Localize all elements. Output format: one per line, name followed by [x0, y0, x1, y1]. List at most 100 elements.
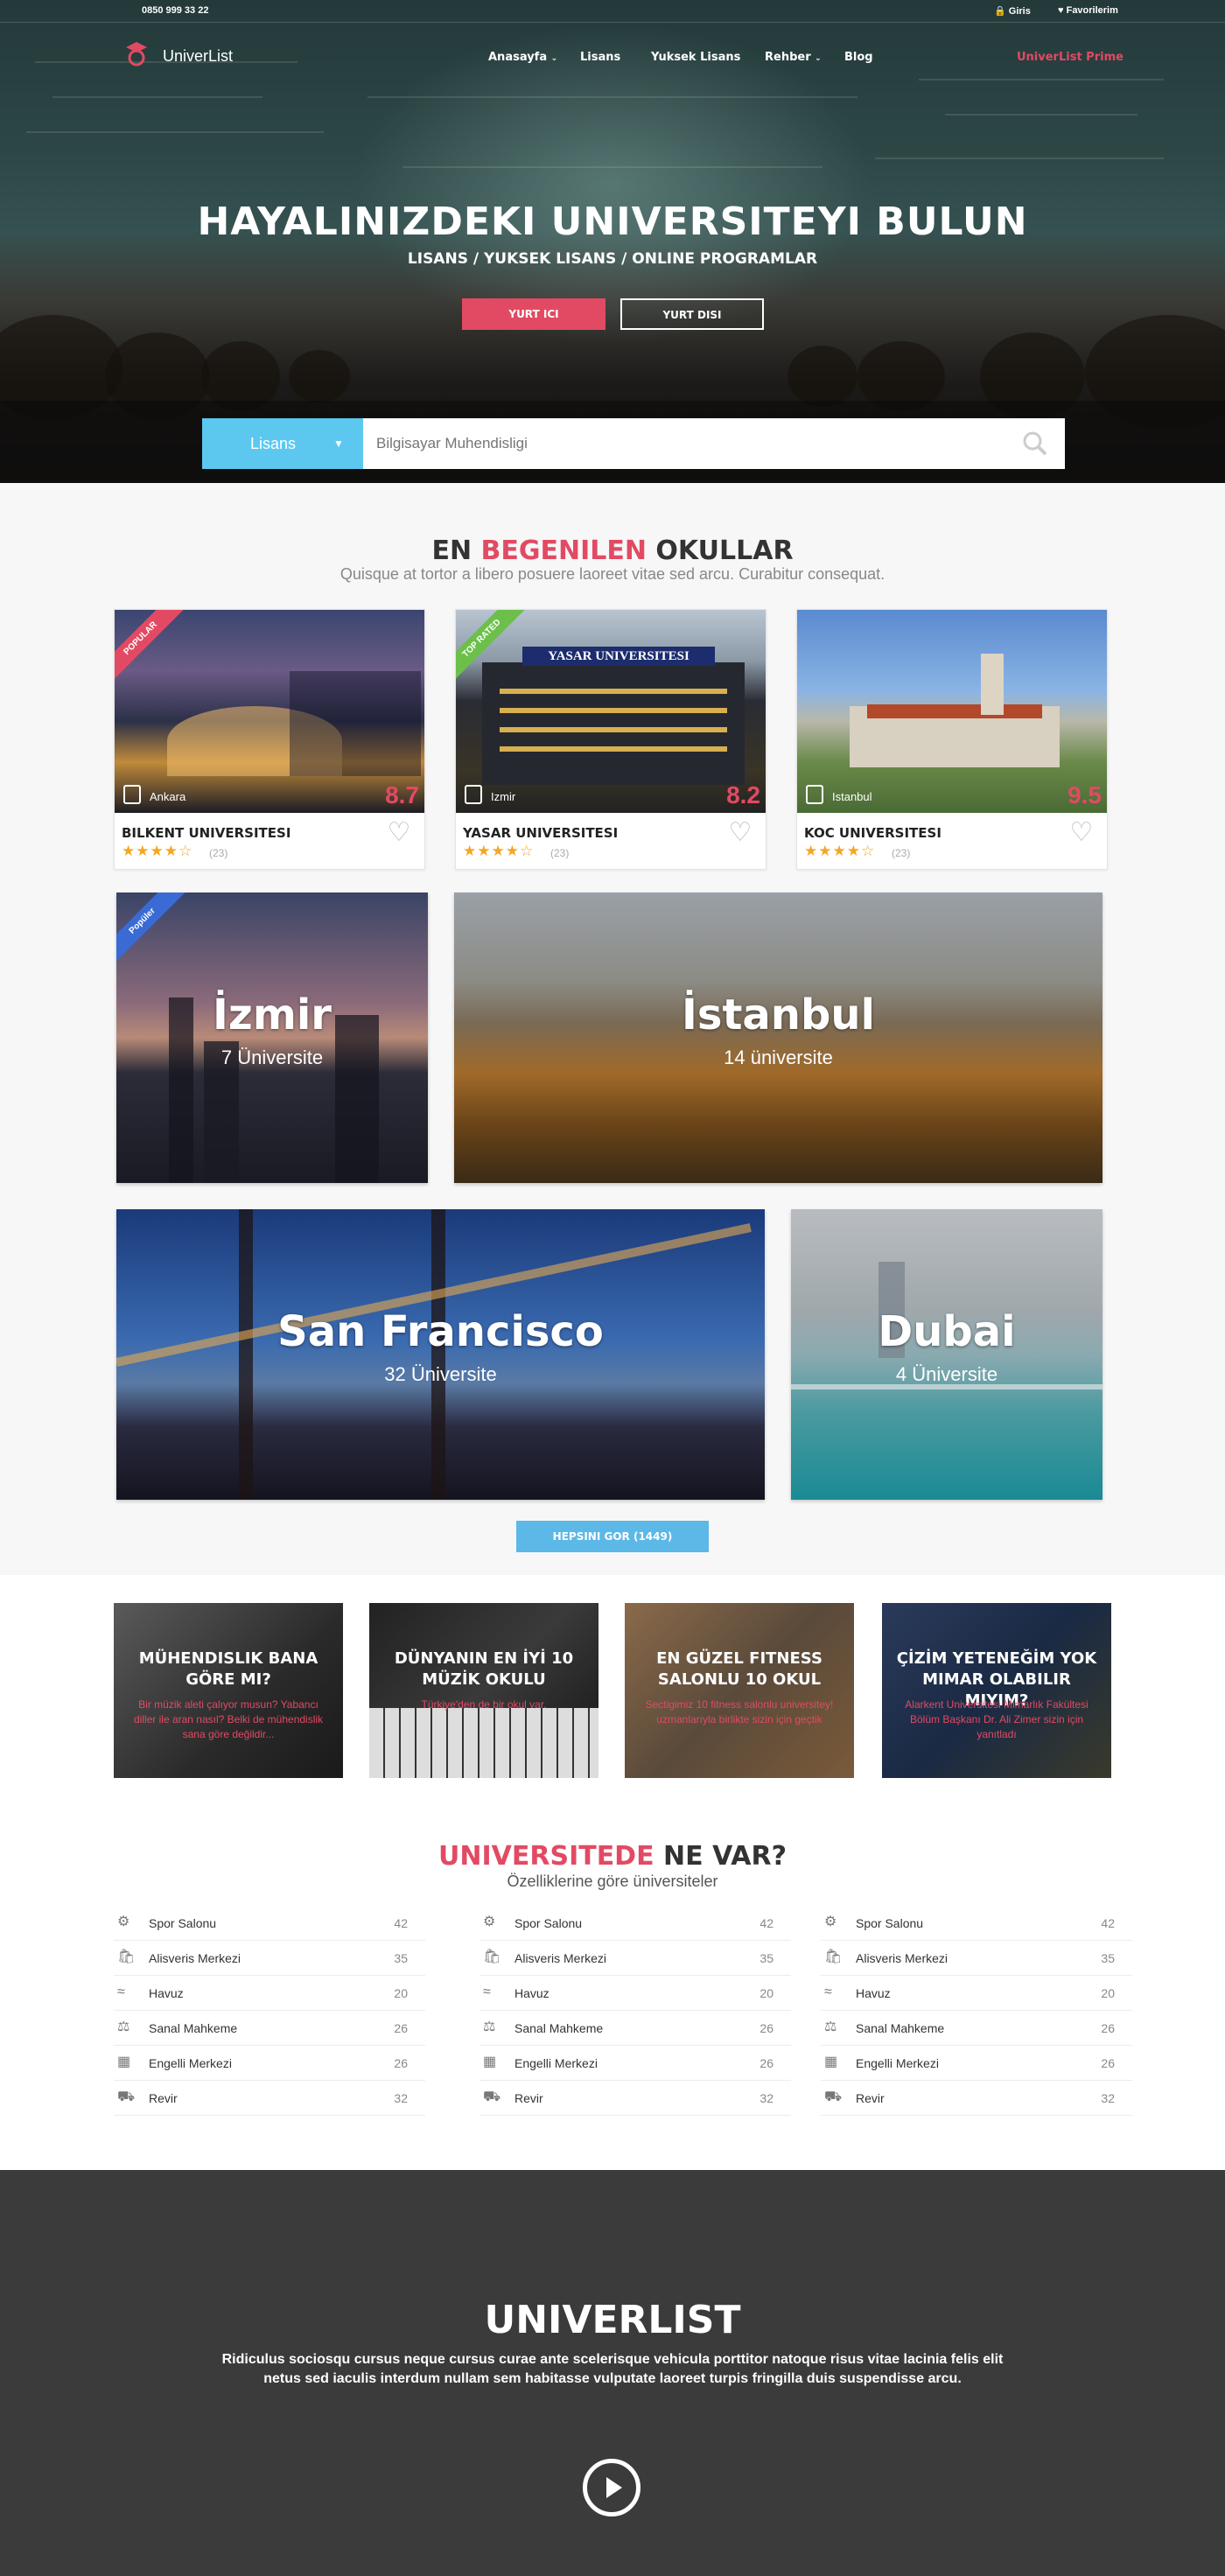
university-sign: YASAR UNIVERSITESI — [522, 647, 715, 666]
feature-row[interactable]: ▦ Engelli Merkezi 26 — [114, 2046, 425, 2081]
hero-section: 0850 999 33 22 🔒 Giris ♥ Favorilerim Uni… — [0, 0, 1225, 483]
title-highlight: BEGENILEN — [480, 536, 647, 566]
feature-row[interactable]: ⛟ Revir 32 — [114, 2081, 425, 2116]
features-subtitle: Özelliklerine göre üniversiteler — [507, 1872, 718, 1890]
university-image: YASAR UNIVERSITESI — [456, 610, 766, 813]
play-icon[interactable] — [583, 2459, 640, 2516]
article-title: EN GÜZEL FITNESS SALONLU 10 OKUL — [656, 1649, 822, 1689]
city-name: Dubai — [878, 1307, 1016, 1356]
feature-row[interactable]: ≈ Havuz 20 — [480, 1976, 791, 2011]
feature-row[interactable]: ⚙ Spor Salonu 42 — [821, 1906, 1132, 1941]
degree-select[interactable]: Lisans ▼ — [202, 418, 363, 469]
nav-rehber[interactable]: Rehber ⌄ — [765, 51, 822, 64]
ambulance-icon: ⛟ — [483, 2090, 501, 2104]
university-card[interactable]: Istanbul 9.5 KOC UNIVERSITESI ★★★★☆ (23)… — [796, 609, 1108, 870]
article-card[interactable]: EN GÜZEL FITNESS SALONLU 10 OKUL Sectigi… — [625, 1603, 854, 1778]
favorites-link[interactable]: ♥ Favorilerim — [1058, 5, 1118, 16]
building-icon — [123, 785, 141, 804]
shopping-bag-icon: 🛍 — [117, 1950, 136, 1964]
building-icon — [465, 785, 482, 804]
feature-row[interactable]: ⚙ Spor Salonu 42 — [114, 1906, 425, 1941]
shopping-bag-icon: 🛍 — [824, 1950, 843, 1964]
favorite-heart-icon[interactable]: ♡ — [725, 820, 755, 846]
logo-text[interactable]: UniverList — [163, 47, 233, 66]
favorite-heart-icon[interactable]: ♡ — [384, 820, 414, 846]
feature-label: Spor Salonu — [514, 1916, 583, 1930]
court-icon: ⚖ — [117, 2020, 130, 2034]
city-tile-istanbul[interactable]: İstanbul 14 üniversite — [454, 892, 1102, 1183]
features-title: UNIVERSITEDE NE VAR? — [0, 1841, 1225, 1872]
city-tile-dubai[interactable]: Dubai 4 Üniversite — [791, 1209, 1102, 1500]
feature-row[interactable]: 🛍 Alisveris Merkezi 35 — [821, 1941, 1132, 1976]
feature-label: Alisveris Merkezi — [514, 1951, 607, 1965]
nav-anasayfa[interactable]: Anasayfa ⌄ — [488, 51, 557, 64]
article-card[interactable]: ÇİZİM YETENEĞİM YOK MIMAR OLABILIR MIYIM… — [882, 1603, 1111, 1778]
city-tile-izmir[interactable]: Popüler İzmir 7 Üniversite — [116, 892, 428, 1183]
logo-icon[interactable] — [124, 40, 149, 68]
feature-count: 32 — [760, 2091, 774, 2105]
feature-row[interactable]: ▦ Engelli Merkezi 26 — [821, 2046, 1132, 2081]
university-card[interactable]: POPULAR Ankara 8.7 BILKENT UNIVERSITESI … — [114, 609, 425, 870]
feature-count: 35 — [394, 1951, 408, 1965]
search-input[interactable] — [363, 418, 1065, 469]
card-city: Izmir — [491, 790, 516, 803]
feature-row[interactable]: ▦ Engelli Merkezi 26 — [480, 2046, 791, 2081]
feature-label: Revir — [856, 2091, 885, 2105]
feature-row[interactable]: ⛟ Revir 32 — [480, 2081, 791, 2116]
nav-yuksek-lisans[interactable]: Yuksek Lisans — [651, 51, 740, 64]
gear-icon: ⚙ — [483, 1914, 496, 1929]
feature-row[interactable]: ⚙ Spor Salonu 42 — [480, 1906, 791, 1941]
star-rating: ★★★★☆ — [804, 843, 876, 859]
search-icon[interactable] — [1022, 430, 1048, 457]
login-link[interactable]: 🔒 Giris — [994, 5, 1031, 17]
article-desc: Alarkent Universitesi Mimarlık Fakültesi… — [905, 1698, 1088, 1740]
nav-lisans[interactable]: Lisans — [580, 51, 620, 64]
feature-label: Spor Salonu — [856, 1916, 924, 1930]
feature-label: Revir — [514, 2091, 543, 2105]
feature-label: Alisveris Merkezi — [149, 1951, 242, 1965]
city-name: İzmir — [213, 990, 332, 1040]
city-name: İstanbul — [682, 990, 875, 1040]
abroad-button[interactable]: YURT DISI — [620, 298, 764, 330]
feature-label: Havuz — [149, 1986, 184, 2000]
feature-count: 42 — [760, 1916, 774, 1930]
favorites-label: Favorilerim — [1066, 5, 1118, 16]
feature-row[interactable]: ≈ Havuz 20 — [114, 1976, 425, 2011]
login-label: Giris — [1008, 6, 1031, 17]
review-count: (23) — [209, 847, 228, 859]
feature-row[interactable]: ⚖ Sanal Mahkeme 26 — [821, 2011, 1132, 2046]
card-score: 8.2 — [726, 781, 760, 808]
feature-count: 20 — [394, 1986, 408, 2000]
review-count: (23) — [550, 847, 570, 859]
university-card[interactable]: YASAR UNIVERSITESI TOP RATED Izmir 8.2 Y… — [455, 609, 766, 870]
article-card[interactable]: DÜNYANIN EN İYİ 10 MÜZİK OKULU Türkiye'd… — [369, 1603, 598, 1778]
card-name[interactable]: KOC UNIVERSITESI — [804, 825, 942, 841]
nav-label: Anasayfa — [488, 51, 548, 64]
pool-icon: ≈ — [483, 1984, 491, 1999]
feature-count: 42 — [394, 1916, 408, 1930]
card-name[interactable]: BILKENT UNIVERSITESI — [122, 825, 290, 841]
card-name[interactable]: YASAR UNIVERSITESI — [463, 825, 618, 841]
see-all-button[interactable]: HEPSINI GOR (1449) — [516, 1521, 709, 1552]
features-column: ⚙ Spor Salonu 42 🛍 Alisveris Merkezi 35 ≈ Hav… — [114, 1906, 425, 2116]
domestic-button[interactable]: YURT ICI — [462, 298, 606, 330]
pool-icon: ≈ — [824, 1984, 832, 1999]
hero-title: HAYALINIZDEKI UNIVERSITEYI BULUN — [197, 200, 1028, 244]
article-card[interactable]: MÜHENDISLIK BANA GÖRE MI? Bir müzik alet… — [114, 1603, 343, 1778]
nav-prime[interactable]: UniverList Prime — [1017, 51, 1124, 64]
feature-row[interactable]: ⛟ Revir 32 — [821, 2081, 1132, 2116]
feature-label: Sanal Mahkeme — [856, 2021, 945, 2035]
feature-row[interactable]: 🛍 Alisveris Merkezi 35 — [114, 1941, 425, 1976]
nav-blog[interactable]: Blog — [844, 51, 873, 64]
feature-row[interactable]: ⚖ Sanal Mahkeme 26 — [480, 2011, 791, 2046]
feature-count: 35 — [760, 1951, 774, 1965]
article-title: DÜNYANIN EN İYİ 10 MÜZİK OKULU — [394, 1649, 574, 1689]
feature-row[interactable]: ⚖ Sanal Mahkeme 26 — [114, 2011, 425, 2046]
feature-row[interactable]: 🛍 Alisveris Merkezi 35 — [480, 1941, 791, 1976]
gear-icon: ⚙ — [824, 1914, 837, 1929]
favorite-heart-icon[interactable]: ♡ — [1067, 820, 1096, 846]
feature-row[interactable]: ≈ Havuz 20 — [821, 1976, 1132, 2011]
shopping-bag-icon: 🛍 — [483, 1950, 501, 1964]
city-tile-san-francisco[interactable]: San Francisco 32 Üniversite — [116, 1209, 765, 1500]
features-column: ⚙ Spor Salonu 42 🛍 Alisveris Merkezi 35 ≈ Hav… — [480, 1906, 791, 2116]
